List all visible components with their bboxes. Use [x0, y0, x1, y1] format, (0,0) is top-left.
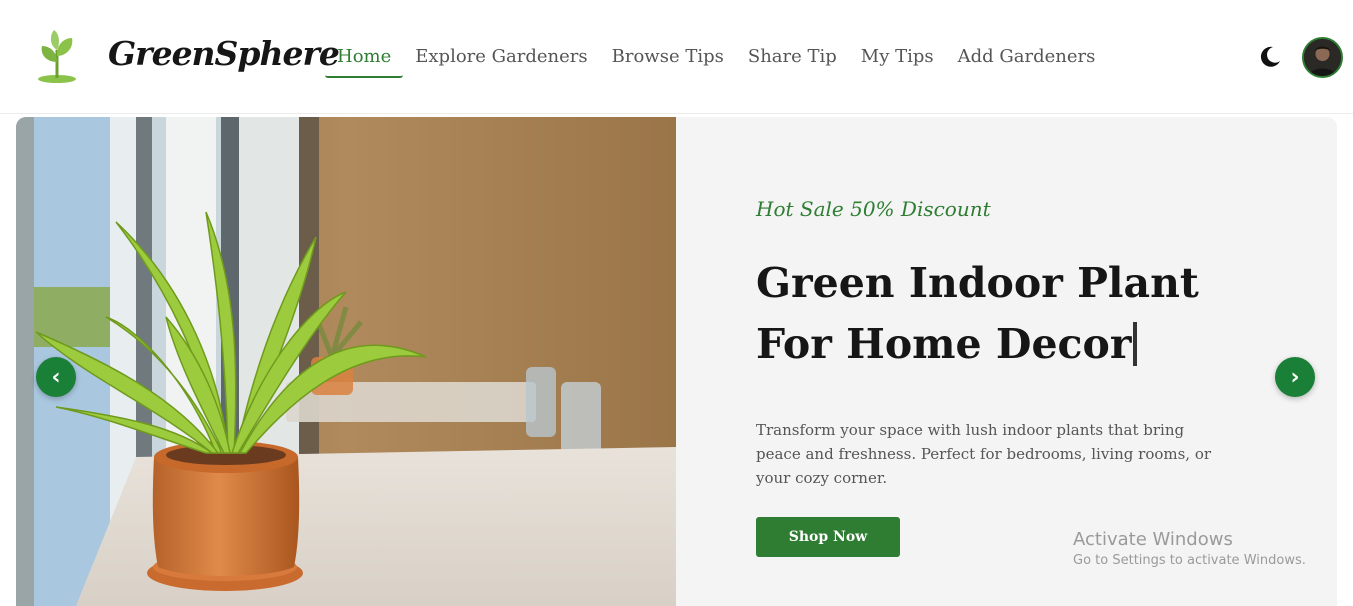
- hero-title-text: Green Indoor Plant For Home Decor: [756, 259, 1199, 368]
- typing-cursor: [1133, 322, 1138, 366]
- nav-item-add-gardeners[interactable]: Add Gardeners: [946, 36, 1108, 78]
- brand-logo-text[interactable]: GreenSphere: [108, 34, 340, 73]
- moon-icon[interactable]: [1257, 44, 1283, 70]
- user-avatar[interactable]: [1302, 37, 1343, 78]
- nav-item-explore-gardeners[interactable]: Explore Gardeners: [403, 36, 599, 78]
- main-nav: Home Explore Gardeners Browse Tips Share…: [325, 36, 1107, 78]
- sprout-icon[interactable]: [36, 28, 78, 84]
- hero-tagline: Hot Sale 50% Discount: [756, 197, 991, 221]
- nav-item-my-tips[interactable]: My Tips: [849, 36, 946, 78]
- shop-now-button[interactable]: Shop Now: [756, 517, 900, 557]
- nav-item-share-tip[interactable]: Share Tip: [736, 36, 849, 78]
- nav-item-browse-tips[interactable]: Browse Tips: [600, 36, 736, 78]
- watermark-title: Activate Windows: [1073, 529, 1233, 550]
- chevron-left-icon[interactable]: ‹: [36, 357, 76, 397]
- hero-plant-image: [16, 117, 676, 606]
- chevron-right-icon[interactable]: ›: [1275, 357, 1315, 397]
- watermark-subtitle: Go to Settings to activate Windows.: [1073, 553, 1306, 568]
- windows-activation-watermark: Activate Windows Go to Settings to activ…: [1073, 529, 1306, 571]
- hero-description: Transform your space with lush indoor pl…: [756, 421, 1212, 487]
- nav-item-home[interactable]: Home: [325, 36, 404, 78]
- hero-title: Green Indoor Plant For Home Decor: [756, 253, 1276, 375]
- navbar: GreenSphere Home Explore Gardeners Brows…: [0, 0, 1353, 114]
